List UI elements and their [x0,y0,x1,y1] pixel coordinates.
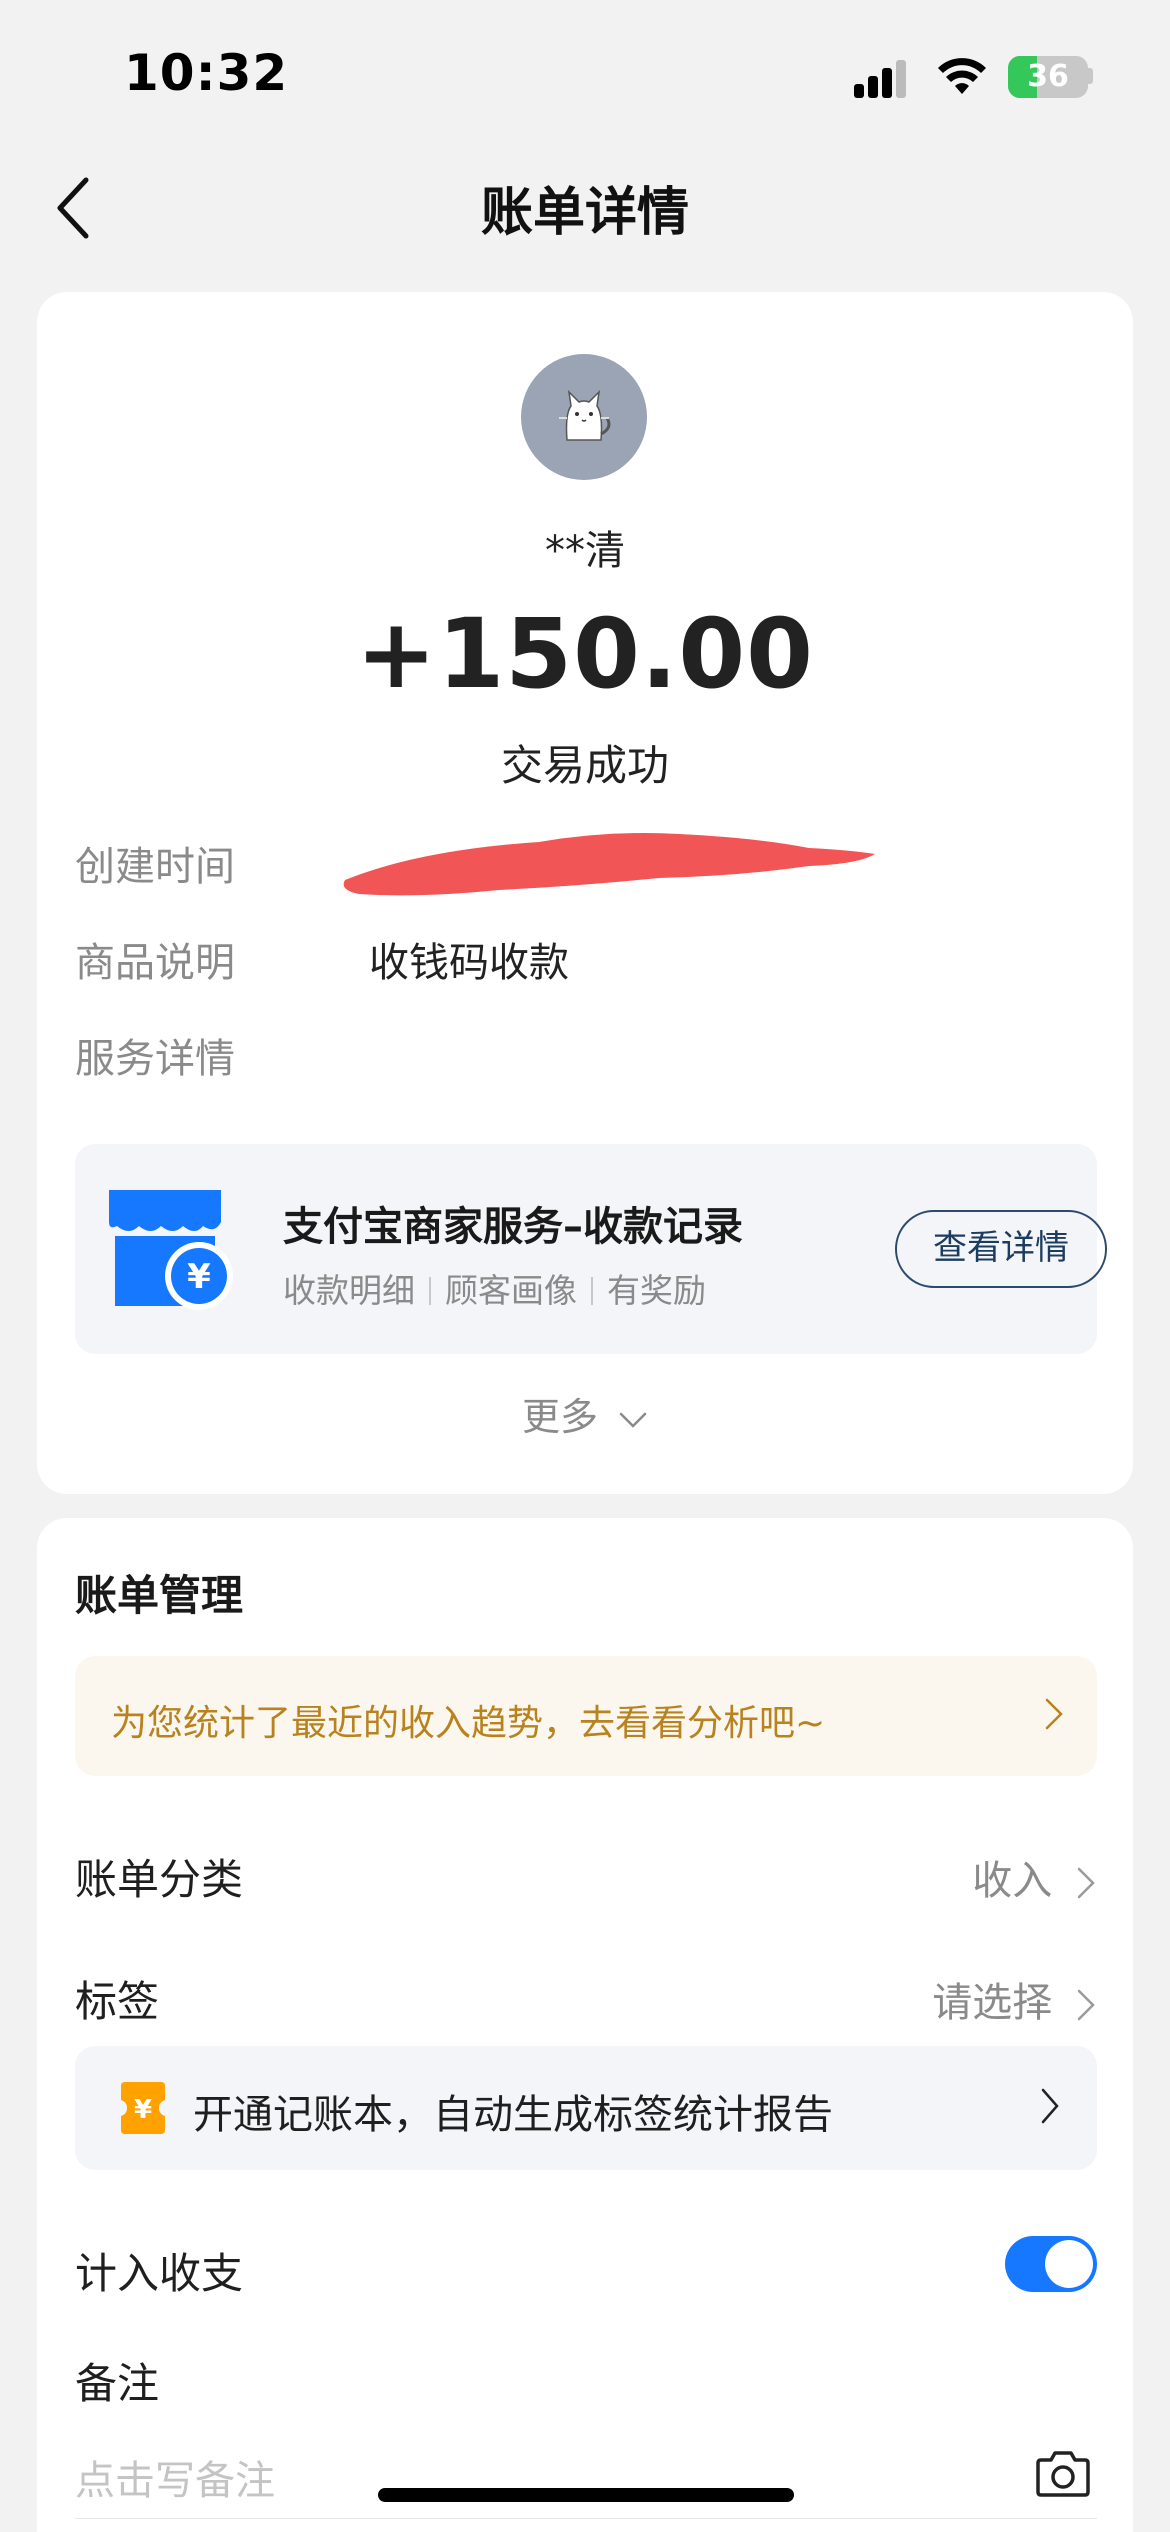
home-indicator [378,2488,794,2502]
status-time: 10:32 [124,44,289,102]
bill-category-value: 收入 [972,1858,1053,1904]
chevron-right-icon [1077,1867,1095,1899]
bill-detail-page: 10:32 36 账单详情 **清 +150.00 交易成功 创建时间 商品说明… [0,0,1170,2532]
camera-icon[interactable] [1035,2448,1091,2498]
chevron-down-icon [619,1412,647,1428]
svg-text:¥: ¥ [187,1257,211,1297]
cellular-signal-icon [854,58,914,98]
service-detail-label: 服务详情 [75,1036,235,1082]
service-tag: 收款明细 [283,1271,415,1310]
section-title: 账单管理 [75,1571,244,1620]
view-details-button[interactable]: 查看详情 [895,1210,1107,1288]
svg-text:¥: ¥ [134,2095,152,2125]
merchant-service-box[interactable]: ¥ 支付宝商家服务–收款记录 收款明细 顾客画像 有奖励 查看详情 [75,1144,1107,1354]
battery-tip [1088,68,1093,84]
battery-icon: 36 [1008,56,1088,98]
note-label: 备注 [75,2359,160,2408]
chevron-right-icon [1077,1989,1095,2021]
bill-management-card: 账单管理 为您统计了最近的收入趋势，去看看分析吧~ 账单分类 收入 标签 请选择… [37,1518,1133,2532]
product-value: 收钱码收款 [369,940,569,986]
service-tag: 有奖励 [607,1271,706,1310]
redaction-mark [343,833,876,896]
transaction-card: **清 +150.00 交易成功 创建时间 商品说明 收钱码收款 服务详情 ¥ … [37,292,1133,1494]
trend-tip-text: 为您统计了最近的收入趋势，去看看分析吧~ [111,1703,826,1744]
product-label: 商品说明 [75,940,235,986]
tag-divider [429,1277,431,1305]
avatar[interactable] [521,354,647,480]
battery-percent: 36 [1027,59,1069,94]
income-trend-banner[interactable]: 为您统计了最近的收入趋势，去看看分析吧~ [75,1656,1097,1776]
chevron-right-icon [1041,2088,1059,2124]
chevron-right-icon [1045,1698,1063,1730]
transaction-amount: +150.00 [356,598,814,710]
cat-avatar-icon [559,389,611,441]
created-time-label: 创建时间 [75,844,235,890]
wifi-icon [938,58,986,94]
bill-category-label: 账单分类 [75,1855,244,1904]
toggle-knob [1045,2240,1093,2288]
shop-yuan-icon: ¥ [109,1190,233,1310]
ledger-tip-text: 开通记账本，自动生成标签统计报告 [193,2092,833,2138]
yuan-ledger-icon: ¥ [121,2082,165,2134]
service-tags: 收款明细 顾客画像 有奖励 [283,1264,706,1312]
count-in-budget-label: 计入收支 [75,2249,244,2298]
transaction-status: 交易成功 [500,741,669,790]
tag-divider [591,1277,593,1305]
more-button[interactable]: 更多 [37,1386,1133,1441]
counterparty-name: **清 [545,528,625,574]
tag-value: 请选择 [932,1980,1053,2026]
divider [75,2518,1097,2519]
bill-category-selector[interactable]: 收入 [972,1848,1097,1906]
count-in-budget-toggle[interactable] [1005,2236,1097,2292]
ledger-promo-banner[interactable]: ¥ 开通记账本，自动生成标签统计报告 [75,2046,1097,2170]
note-input[interactable]: 点击写备注 [75,2448,275,2506]
tag-label: 标签 [75,1977,160,2026]
service-tag: 顾客画像 [445,1271,577,1310]
service-title: 支付宝商家服务–收款记录 [283,1204,743,1250]
status-bar: 10:32 36 [0,0,1170,150]
tag-selector[interactable]: 请选择 [932,1970,1097,2028]
more-label: 更多 [521,1395,598,1439]
page-title: 账单详情 [480,183,689,243]
